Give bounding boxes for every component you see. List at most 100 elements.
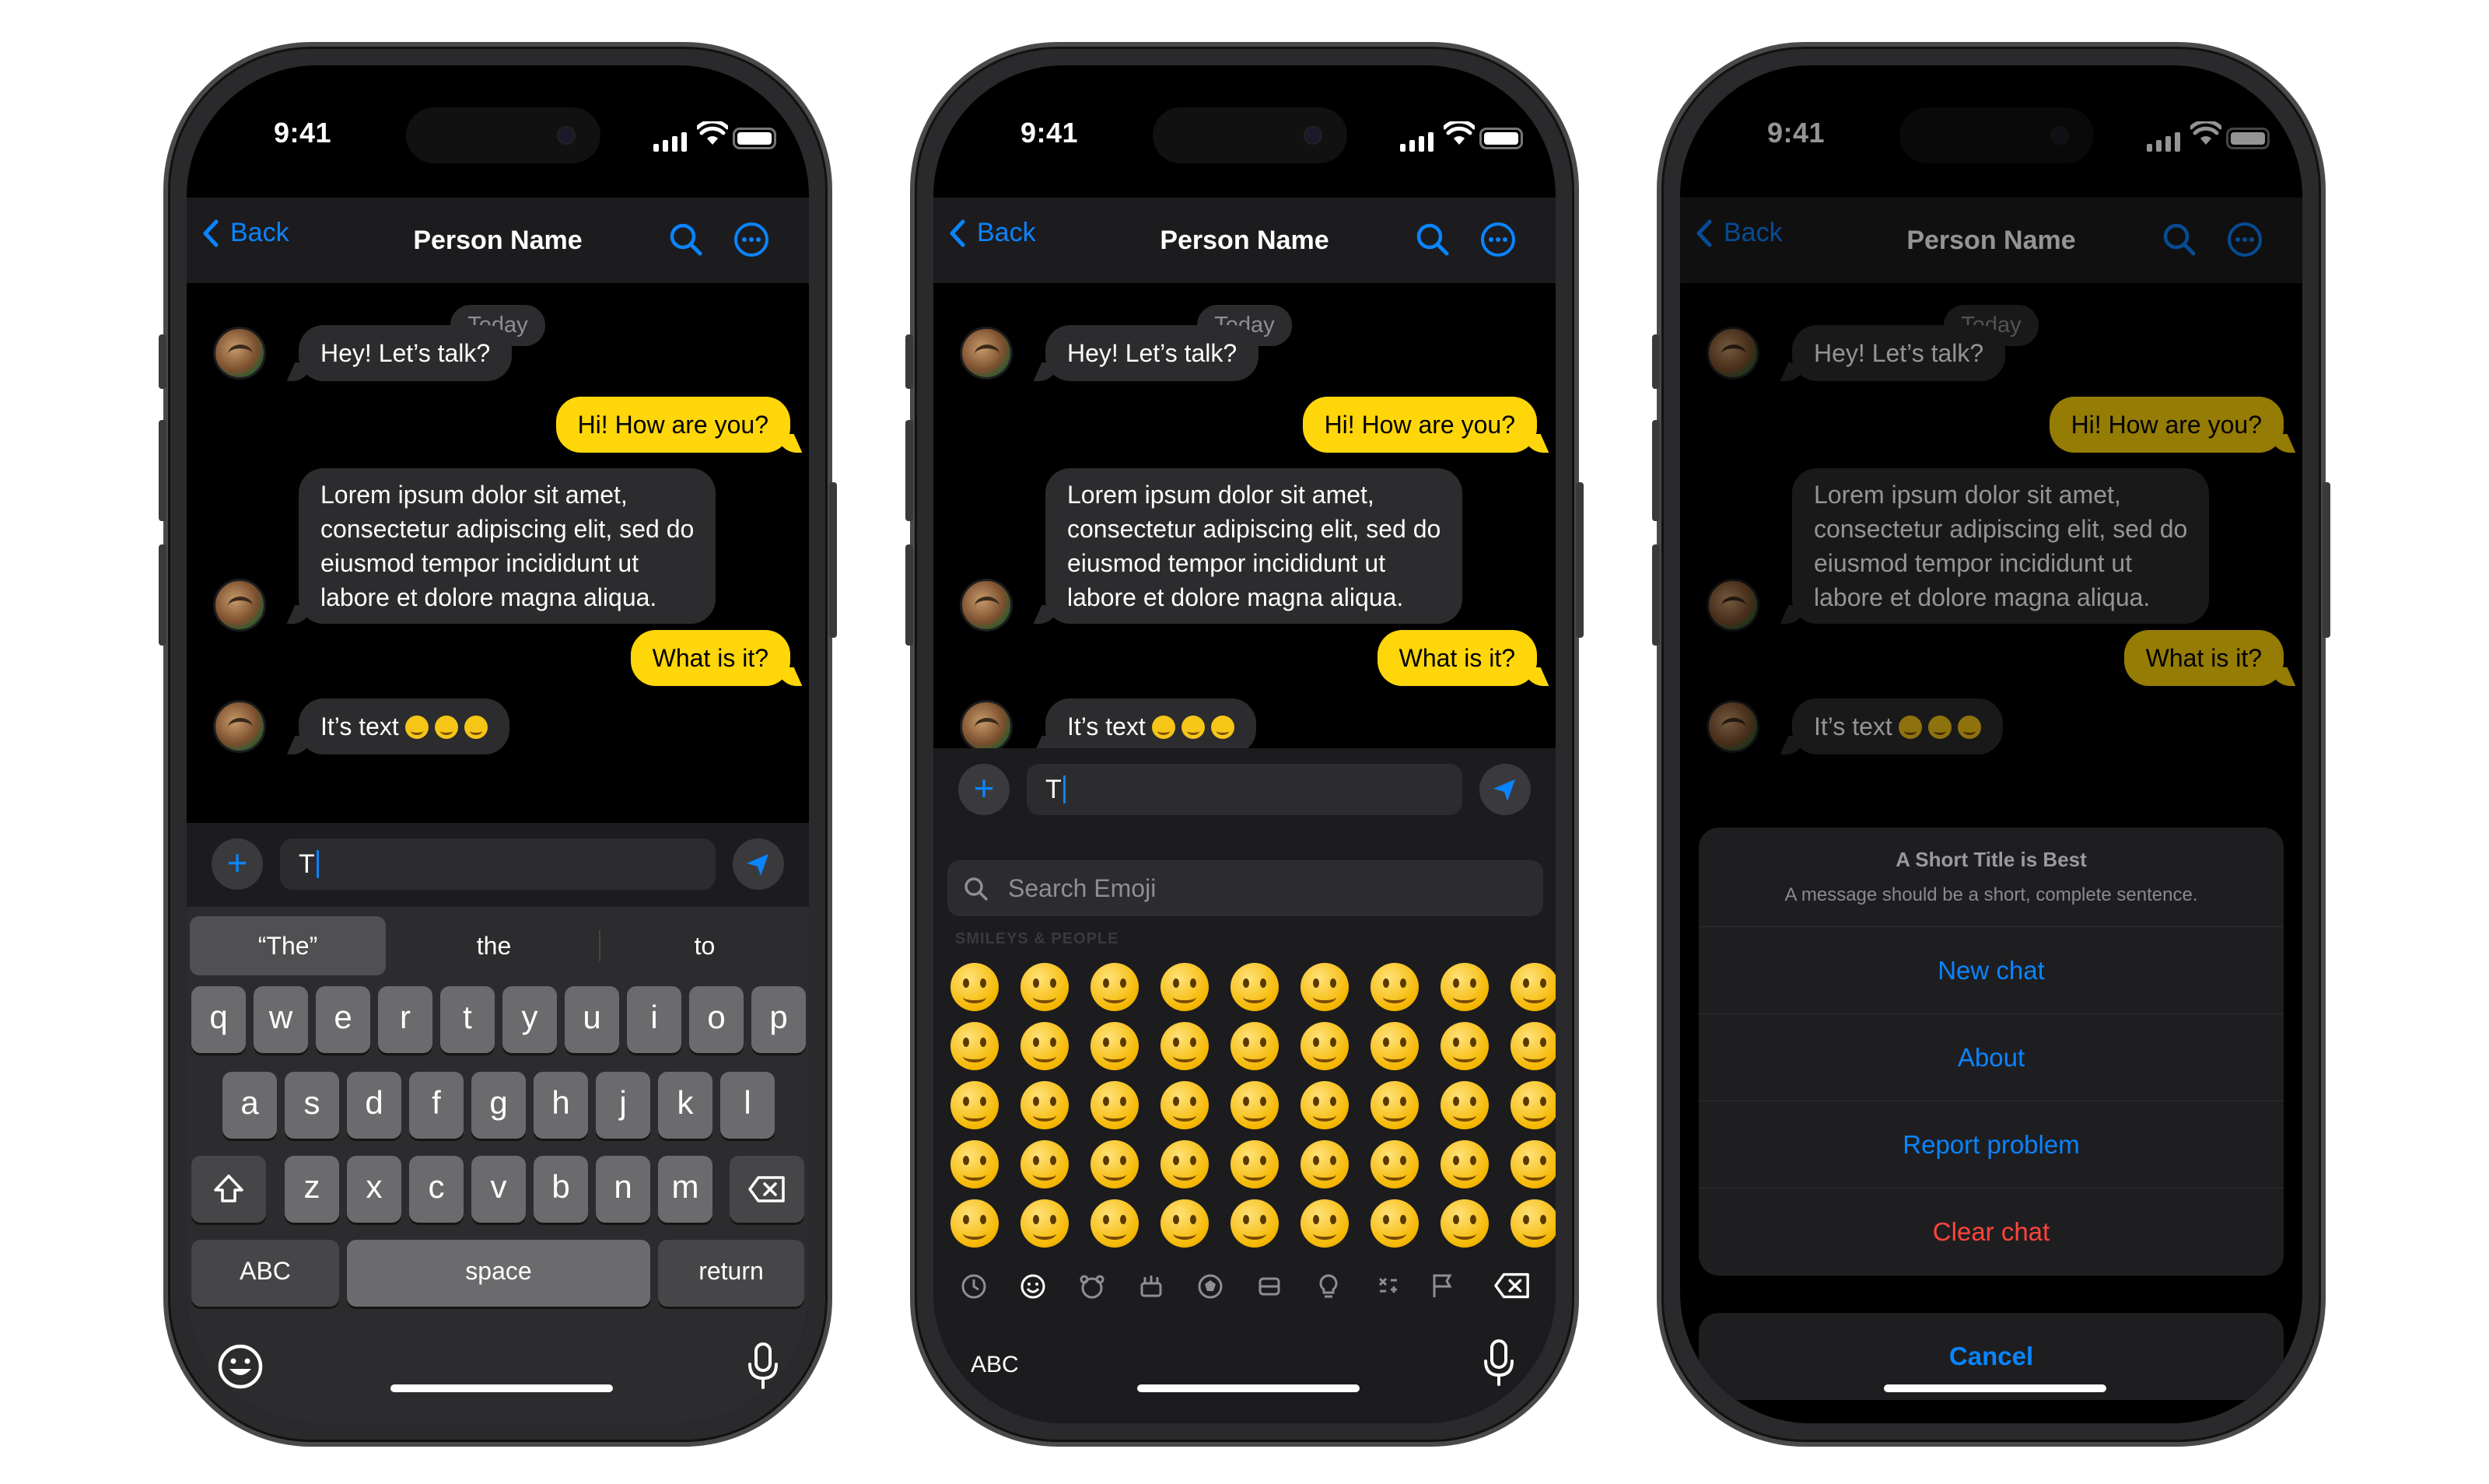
message-incoming[interactable]: Hey! Let’s talk?: [299, 325, 513, 381]
send-button[interactable]: [733, 838, 784, 890]
key[interactable]: y: [502, 986, 557, 1053]
avatar[interactable]: [213, 579, 266, 632]
new-chat-button[interactable]: New chat: [1699, 927, 2284, 1014]
emoji-key[interactable]: [950, 963, 999, 1011]
send-button[interactable]: [1479, 764, 1531, 815]
clock-icon[interactable]: [960, 1272, 988, 1300]
message-input[interactable]: T: [280, 838, 716, 890]
add-attachment-button[interactable]: +: [212, 838, 263, 890]
add-attachment-button[interactable]: +: [958, 764, 1010, 815]
emoji-key[interactable]: [1160, 1022, 1209, 1070]
suggestion-item[interactable]: “The”: [190, 916, 386, 975]
emoji-key[interactable]: [1371, 1022, 1419, 1070]
key[interactable]: m: [658, 1156, 712, 1223]
suggestion-item[interactable]: the: [397, 916, 591, 975]
key[interactable]: e: [316, 986, 370, 1053]
emoji-key[interactable]: [1160, 1199, 1209, 1248]
emoji-key[interactable]: [1301, 963, 1349, 1011]
abc-key[interactable]: ABC: [191, 1240, 339, 1307]
emoji-key[interactable]: [1301, 1081, 1349, 1129]
message-incoming[interactable]: It’s text: [299, 698, 509, 754]
emoji-key[interactable]: [1020, 1199, 1069, 1248]
shift-key[interactable]: [191, 1156, 266, 1223]
avatar[interactable]: [960, 579, 1013, 632]
emoji-key[interactable]: [1441, 1199, 1489, 1248]
abc-key[interactable]: ABC: [971, 1352, 1019, 1378]
ball-icon[interactable]: [1196, 1272, 1224, 1300]
emoji-key[interactable]: [1371, 963, 1419, 1011]
key[interactable]: u: [565, 986, 619, 1053]
emoji-key[interactable]: [1441, 1081, 1489, 1129]
emoji-key[interactable]: [1020, 1081, 1069, 1129]
emoji-key[interactable]: [1020, 963, 1069, 1011]
message-incoming[interactable]: Hey! Let’s talk?: [1045, 325, 1259, 381]
key[interactable]: x: [347, 1156, 401, 1223]
space-key[interactable]: space: [347, 1240, 650, 1307]
emoji-key[interactable]: [1301, 1140, 1349, 1188]
avatar[interactable]: [960, 327, 1013, 380]
about-button[interactable]: About: [1699, 1014, 2284, 1101]
key[interactable]: q: [191, 986, 246, 1053]
lightbulb-icon[interactable]: [1315, 1272, 1343, 1300]
flag-icon[interactable]: [1428, 1272, 1456, 1300]
key[interactable]: s: [285, 1072, 339, 1139]
key[interactable]: l: [720, 1072, 775, 1139]
emoji-key[interactable]: [950, 1199, 999, 1248]
key[interactable]: w: [254, 986, 308, 1053]
emoji-key[interactable]: [1090, 1081, 1139, 1129]
microphone-icon[interactable]: [1481, 1338, 1517, 1389]
emoji-key[interactable]: [1441, 1140, 1489, 1188]
key[interactable]: g: [471, 1072, 526, 1139]
key[interactable]: v: [471, 1156, 526, 1223]
emoji-key[interactable]: [1160, 963, 1209, 1011]
key[interactable]: f: [409, 1072, 464, 1139]
message-incoming[interactable]: Lorem ipsum dolor sit amet, consectetur …: [299, 468, 716, 624]
emoji-icon[interactable]: [216, 1342, 264, 1391]
emoji-key[interactable]: [1301, 1022, 1349, 1070]
emoji-key[interactable]: [1511, 1022, 1556, 1070]
food-icon[interactable]: [1137, 1272, 1165, 1300]
emoji-key[interactable]: [1511, 1140, 1556, 1188]
backspace-icon[interactable]: [1493, 1271, 1531, 1300]
emoji-key[interactable]: [1160, 1081, 1209, 1129]
emoji-key[interactable]: [1020, 1022, 1069, 1070]
key[interactable]: h: [534, 1072, 588, 1139]
emoji-key[interactable]: [1301, 1199, 1349, 1248]
message-incoming[interactable]: It’s text: [1045, 698, 1256, 754]
key[interactable]: c: [409, 1156, 464, 1223]
animal-icon[interactable]: [1078, 1272, 1106, 1300]
key[interactable]: k: [658, 1072, 712, 1139]
smiley-icon[interactable]: [1019, 1272, 1047, 1300]
avatar[interactable]: [213, 700, 266, 753]
emoji-key[interactable]: [950, 1140, 999, 1188]
emoji-key[interactable]: [1090, 1140, 1139, 1188]
emoji-key[interactable]: [1441, 1022, 1489, 1070]
suggestion-item[interactable]: to: [599, 930, 809, 961]
key[interactable]: a: [222, 1072, 277, 1139]
key[interactable]: d: [347, 1072, 401, 1139]
key[interactable]: z: [285, 1156, 339, 1223]
emoji-key[interactable]: [1160, 1140, 1209, 1188]
return-key[interactable]: return: [658, 1240, 804, 1307]
car-icon[interactable]: [1255, 1272, 1283, 1300]
delete-key[interactable]: [730, 1156, 804, 1223]
emoji-key[interactable]: [1230, 1140, 1279, 1188]
avatar[interactable]: [960, 700, 1013, 753]
microphone-icon[interactable]: [745, 1341, 781, 1392]
message-input[interactable]: T: [1027, 764, 1462, 815]
message-outgoing[interactable]: Hi! How are you?: [1302, 397, 1537, 453]
key[interactable]: i: [627, 986, 681, 1053]
emoji-key[interactable]: [1230, 963, 1279, 1011]
key[interactable]: o: [689, 986, 744, 1053]
avatar[interactable]: [213, 327, 266, 380]
search-icon[interactable]: [1414, 221, 1451, 258]
message-outgoing[interactable]: What is it?: [1377, 630, 1537, 686]
key[interactable]: t: [440, 986, 495, 1053]
more-icon[interactable]: [1479, 221, 1517, 258]
key[interactable]: r: [378, 986, 432, 1053]
emoji-key[interactable]: [1230, 1199, 1279, 1248]
search-icon[interactable]: [667, 221, 705, 258]
emoji-key[interactable]: [1090, 963, 1139, 1011]
emoji-key[interactable]: [1511, 1081, 1556, 1129]
emoji-key[interactable]: [1230, 1081, 1279, 1129]
